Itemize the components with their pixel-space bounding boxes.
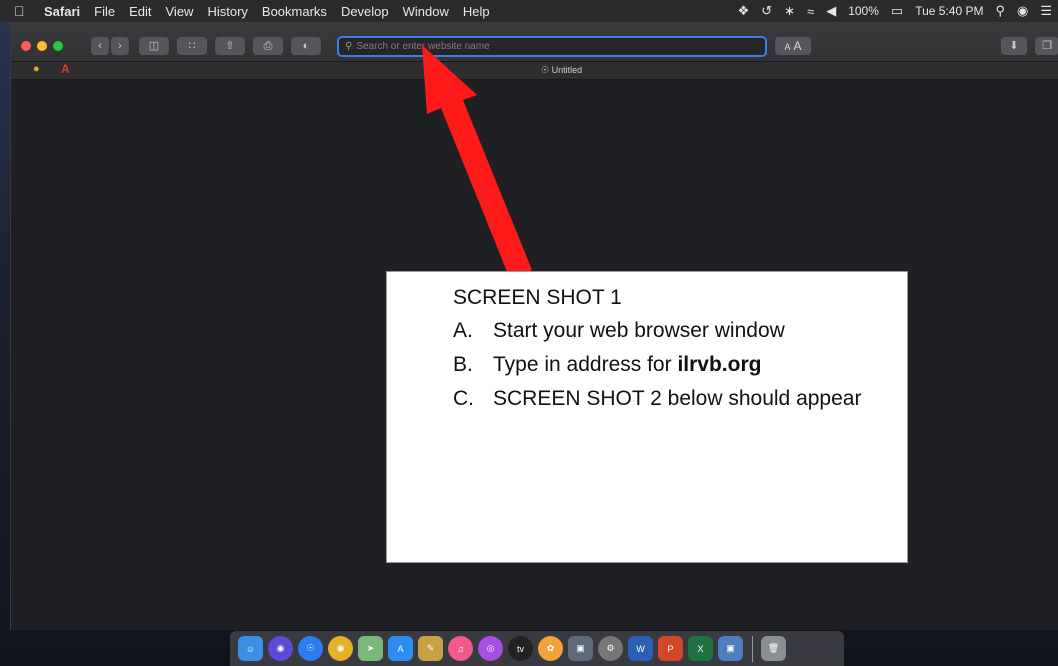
battery-percent[interactable]: 100% bbox=[848, 4, 879, 18]
item-marker: A. bbox=[453, 319, 473, 342]
apple-icon[interactable]:  bbox=[14, 3, 30, 19]
minimize-button[interactable] bbox=[37, 41, 47, 51]
word-icon[interactable]: W bbox=[628, 636, 653, 661]
menu-bar:  Safari File Edit View History Bookmark… bbox=[0, 0, 1058, 22]
arrow-shape bbox=[422, 45, 532, 279]
item-text: Start your web browser window bbox=[493, 319, 785, 342]
menu-help[interactable]: Help bbox=[463, 4, 490, 19]
extension-button[interactable]: ◐ bbox=[291, 37, 321, 55]
menu-file[interactable]: File bbox=[94, 4, 115, 19]
back-button[interactable]: ‹ bbox=[91, 37, 109, 55]
instruction-item: B. Type in address for ilrvb.org bbox=[453, 350, 877, 380]
dock: ☺ ◉ ☉ ◉ ➤ A ✎ ♫ ◎ tv ✿ ▣ ⚙ W P X ▣ 🗑 bbox=[230, 631, 844, 666]
powerpoint-icon[interactable]: P bbox=[658, 636, 683, 661]
menu-app-safari[interactable]: Safari bbox=[44, 4, 80, 19]
preview-icon[interactable]: ▣ bbox=[568, 636, 593, 661]
font-large-label: A bbox=[793, 39, 802, 53]
instruction-list: A. Start your web browser window B. Type… bbox=[453, 316, 877, 414]
downloads-button[interactable]: ⬇ bbox=[1001, 37, 1027, 55]
grid-icon: ∷ bbox=[188, 40, 196, 52]
volume-icon[interactable]: ◀ bbox=[826, 3, 836, 19]
item-text: Type in address for ilrvb.org bbox=[493, 350, 761, 380]
close-button[interactable] bbox=[21, 41, 31, 51]
music-icon[interactable]: ♫ bbox=[448, 636, 473, 661]
search-icon: ⚲ bbox=[345, 41, 353, 52]
forward-button[interactable]: › bbox=[111, 37, 129, 55]
address-highlight: ilrvb.org bbox=[677, 353, 762, 376]
instruction-item: A. Start your web browser window bbox=[453, 316, 877, 346]
compass-icon: ☉ bbox=[541, 65, 550, 75]
notes-icon[interactable]: ✎ bbox=[418, 636, 443, 661]
menu-clock[interactable]: Tue 5:40 PM bbox=[915, 4, 983, 18]
app-store-icon[interactable]: A bbox=[388, 636, 413, 661]
half-circle-icon: ◐ bbox=[302, 40, 310, 52]
item-marker: B. bbox=[453, 353, 473, 376]
battery-icon[interactable]: ▭ bbox=[891, 3, 903, 19]
system-preferences-icon[interactable]: ⚙ bbox=[598, 636, 623, 661]
tab-title[interactable]: ☉ Untitled bbox=[541, 65, 582, 76]
maps-icon[interactable]: ➤ bbox=[358, 636, 383, 661]
siri-icon[interactable]: ◉ bbox=[1017, 3, 1028, 19]
acrobat-icon[interactable]: A bbox=[61, 62, 70, 76]
apple-tv-icon[interactable]: tv bbox=[508, 636, 533, 661]
top-sites-button[interactable]: ∷ bbox=[177, 37, 207, 55]
podcasts-icon[interactable]: ◎ bbox=[478, 636, 503, 661]
photos-icon[interactable]: ✿ bbox=[538, 636, 563, 661]
item-text: SCREEN SHOT 2 below should appear bbox=[493, 387, 862, 410]
chevron-left-icon: ‹ bbox=[98, 40, 102, 52]
safari-dock-icon[interactable]: ☉ bbox=[298, 636, 323, 661]
status-area: ❖ ↺ ∗ ≈ ◀ 100% ▭ Tue 5:40 PM ⚲ ◉ ☰ bbox=[726, 0, 1052, 22]
text-size-button[interactable]: A A bbox=[775, 37, 811, 55]
font-small-label: A bbox=[784, 42, 791, 52]
notification-center-icon[interactable]: ☰ bbox=[1040, 3, 1052, 19]
menu-window[interactable]: Window bbox=[403, 4, 449, 19]
menu-history[interactable]: History bbox=[207, 4, 247, 19]
siri-dock-icon[interactable]: ◉ bbox=[268, 636, 293, 661]
item-text-plain: Type in address for bbox=[493, 353, 678, 376]
download-icon: ⬇ bbox=[1009, 40, 1019, 52]
dock-separator bbox=[752, 635, 753, 662]
dropbox-icon[interactable]: ❖ bbox=[738, 3, 750, 19]
trash-icon[interactable]: 🗑 bbox=[761, 636, 786, 661]
instruction-heading: SCREEN SHOT 1 bbox=[453, 286, 622, 309]
menu-view[interactable]: View bbox=[166, 4, 194, 19]
zoom-button[interactable] bbox=[53, 41, 63, 51]
chevron-right-icon: › bbox=[118, 40, 122, 52]
sidebar-icon: ◫ bbox=[148, 40, 160, 52]
sidebar-button[interactable]: ◫ bbox=[139, 37, 169, 55]
share-button[interactable]: ⇧ bbox=[215, 37, 245, 55]
time-machine-icon[interactable]: ↺ bbox=[761, 3, 772, 19]
spotlight-icon[interactable]: ⚲ bbox=[995, 3, 1005, 19]
tabs-icon: ❐ bbox=[1042, 40, 1052, 52]
tab-overview-button[interactable]: ❐ bbox=[1035, 37, 1058, 55]
printer-icon: ⎙ bbox=[263, 40, 273, 52]
item-marker: C. bbox=[453, 387, 474, 410]
share-icon: ⇧ bbox=[225, 40, 235, 52]
menu-edit[interactable]: Edit bbox=[129, 4, 151, 19]
red-arrow-annotation bbox=[422, 45, 532, 279]
wifi-icon[interactable]: ≈ bbox=[807, 4, 814, 19]
bluetooth-icon[interactable]: ∗ bbox=[784, 3, 795, 19]
chrome-icon[interactable]: ◉ bbox=[328, 636, 353, 661]
menu-develop[interactable]: Develop bbox=[341, 4, 389, 19]
image-capture-icon[interactable]: ▣ bbox=[718, 636, 743, 661]
instruction-box: SCREEN SHOT 1 A. Start your web browser … bbox=[386, 271, 908, 563]
excel-icon[interactable]: X bbox=[688, 636, 713, 661]
menu-bookmarks[interactable]: Bookmarks bbox=[262, 4, 327, 19]
maps-pin-icon[interactable]: ● bbox=[33, 63, 40, 75]
finder-icon[interactable]: ☺ bbox=[238, 636, 263, 661]
tab-title-label: Untitled bbox=[551, 65, 583, 75]
print-button[interactable]: ⎙ bbox=[253, 37, 283, 55]
instruction-item: C. SCREEN SHOT 2 below should appear bbox=[453, 384, 877, 414]
